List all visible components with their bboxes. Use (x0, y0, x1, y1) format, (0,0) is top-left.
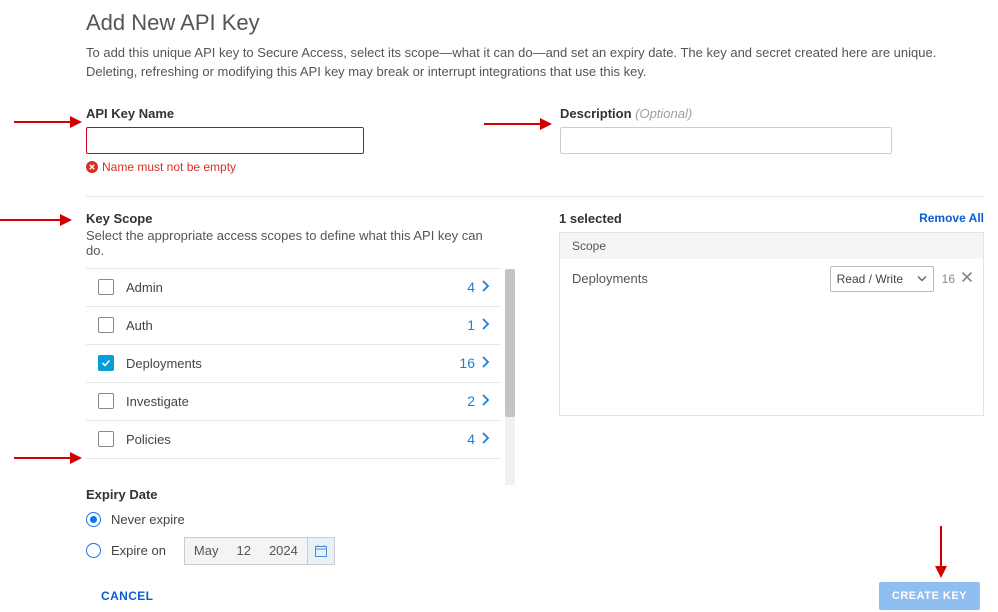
remove-all-button[interactable]: Remove All (919, 211, 984, 225)
scope-label: Admin (126, 280, 467, 295)
radio-never[interactable] (86, 512, 101, 527)
remove-selected-button[interactable] (961, 271, 973, 286)
radio-expire-on-label: Expire on (111, 543, 166, 558)
description-label: Description (Optional) (560, 106, 692, 121)
checkbox[interactable] (98, 355, 114, 371)
api-key-name-input[interactable] (86, 127, 364, 154)
scope-row-investigate[interactable]: Investigate 2 (86, 383, 501, 421)
scrollbar[interactable] (505, 269, 515, 485)
date-month: May (185, 543, 228, 558)
arrow-annotation (935, 526, 947, 578)
checkbox[interactable] (98, 393, 114, 409)
error-icon (86, 161, 98, 173)
intro-text: To add this unique API key to Secure Acc… (86, 44, 966, 82)
key-scope-subtext: Select the appropriate access scopes to … (86, 228, 501, 258)
expiry-date-box[interactable]: May 12 2024 (184, 537, 335, 565)
scope-label: Investigate (126, 394, 467, 409)
scope-row-policies[interactable]: Policies 4 (86, 421, 501, 459)
chevron-right-icon[interactable] (481, 280, 491, 295)
divider (86, 196, 984, 197)
date-year: 2024 (260, 543, 307, 558)
scope-count: 4 (467, 431, 475, 447)
name-error-message: Name must not be empty (86, 160, 386, 174)
chevron-right-icon[interactable] (481, 318, 491, 333)
arrow-annotation (14, 452, 82, 464)
cancel-button[interactable]: CANCEL (101, 589, 153, 603)
close-icon (961, 271, 973, 283)
arrow-annotation (0, 214, 72, 226)
arrow-annotation (484, 118, 552, 130)
expire-never-option[interactable]: Never expire (86, 512, 984, 527)
scope-label: Auth (126, 318, 467, 333)
selected-row: Deployments Read / Write 16 (560, 259, 983, 299)
radio-expire-on[interactable] (86, 543, 101, 558)
chevron-down-icon (917, 275, 927, 283)
selected-table: Scope Deployments Read / Write 16 (559, 232, 984, 416)
selected-count: 1 selected (559, 211, 919, 226)
create-key-button[interactable]: CREATE KEY (879, 582, 980, 610)
scope-row-admin[interactable]: Admin 4 (86, 269, 501, 307)
scope-row-deployments[interactable]: Deployments 16 (86, 345, 501, 383)
scope-count: 2 (467, 393, 475, 409)
permission-select[interactable]: Read / Write (830, 266, 934, 292)
chevron-right-icon[interactable] (481, 394, 491, 409)
selected-scope-name: Deployments (572, 271, 830, 286)
scope-label: Policies (126, 432, 467, 447)
name-error-text: Name must not be empty (102, 160, 236, 174)
scrollbar-thumb[interactable] (505, 269, 515, 417)
date-day: 12 (227, 543, 259, 558)
scope-row-auth[interactable]: Auth 1 (86, 307, 501, 345)
key-scope-heading: Key Scope (86, 211, 501, 226)
page-title: Add New API Key (86, 10, 984, 36)
arrow-annotation (14, 116, 82, 128)
scope-count: 16 (459, 355, 475, 371)
expire-on-option[interactable]: Expire on May 12 2024 (86, 537, 984, 565)
description-input[interactable] (560, 127, 892, 154)
chevron-right-icon[interactable] (481, 432, 491, 447)
checkbox[interactable] (98, 317, 114, 333)
chevron-right-icon[interactable] (481, 356, 491, 371)
checkbox[interactable] (98, 279, 114, 295)
scope-count: 4 (467, 279, 475, 295)
selected-count-value: 16 (942, 272, 955, 286)
checkbox[interactable] (98, 431, 114, 447)
scope-list: Admin 4 Auth 1 Deployments 16 (86, 268, 501, 459)
scope-count: 1 (467, 317, 475, 333)
scope-label: Deployments (126, 356, 459, 371)
expiry-heading: Expiry Date (86, 487, 984, 502)
selected-column-header: Scope (560, 233, 983, 259)
api-key-name-label: API Key Name (86, 106, 174, 121)
permission-value: Read / Write (837, 272, 903, 286)
radio-never-label: Never expire (111, 512, 185, 527)
optional-hint: (Optional) (635, 106, 692, 121)
calendar-icon[interactable] (307, 538, 334, 564)
